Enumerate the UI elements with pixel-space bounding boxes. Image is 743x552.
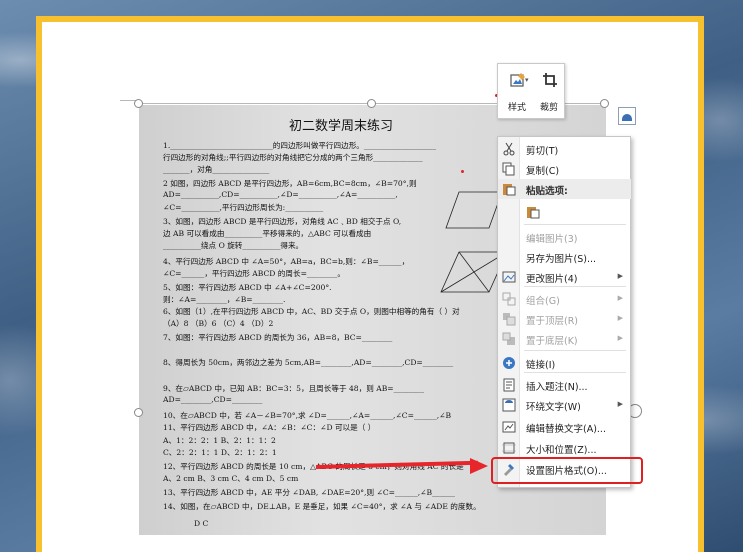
layout-options-icon xyxy=(622,114,632,121)
menu-item-label: 插入题注(N)... xyxy=(526,382,588,393)
style-button[interactable]: ▾ 样式 xyxy=(502,68,532,116)
menu-item-label: 置于底层(K) xyxy=(526,336,578,347)
bring-front-icon xyxy=(502,312,516,326)
resize-handle-top-left[interactable] xyxy=(134,99,143,108)
submenu-arrow-icon: ▶ xyxy=(617,400,623,408)
parallelogram-figure xyxy=(445,191,503,229)
menu-item-label: 剪切(T) xyxy=(526,146,559,157)
menu-separator xyxy=(524,286,626,287)
annotation-highlight-box xyxy=(491,457,643,484)
submenu-arrow-icon: ▶ xyxy=(617,272,623,280)
caption-icon xyxy=(502,378,516,392)
worksheet-line: ∠C=______，平行四边形 ABCD 的周长=________。 xyxy=(163,269,345,278)
crop-icon xyxy=(543,73,557,87)
menu-separator xyxy=(524,350,626,351)
worksheet-line: D C xyxy=(194,519,209,528)
submenu-arrow-icon: ▶ xyxy=(617,314,623,322)
menu-item-label: 组合(G) xyxy=(526,296,560,307)
layout-options-button[interactable] xyxy=(618,107,636,125)
worksheet-line: 6、如图（1）,在平行四边形 ABCD 中，AC、BD 交于点 O，则图中相等的… xyxy=(163,307,460,316)
menu-item-label: 更改图片(4) xyxy=(526,274,578,285)
menu-item-item-5[interactable]: 另存为图片(S)... xyxy=(498,247,631,267)
worksheet-line: ∠C=__________,平行四边形周长为:__________ xyxy=(163,203,324,212)
worksheet-line: AD=__________,CD=__________,∠D=_________… xyxy=(163,190,398,199)
resize-handle-middle-left[interactable] xyxy=(134,408,143,417)
worksheet-line: 则：∠A=________，∠B=________. xyxy=(163,295,286,304)
change-picture-icon xyxy=(502,270,516,284)
submenu-arrow-icon: ▶ xyxy=(617,294,623,302)
worksheet-line: A、1：2：2：1 B、2：1：1：2 xyxy=(163,436,276,445)
red-mark xyxy=(461,170,464,173)
worksheet-line: 7、如图：平行四边形 ABCD 的周长为 36，AB=8，BC=________ xyxy=(163,333,393,342)
worksheet-line: 5、如图：平行四边形 ABCD 中 ∠A+∠C=200°. xyxy=(163,283,332,292)
menu-item-size-position[interactable]: 大小和位置(Z)... xyxy=(498,438,631,458)
worksheet-line: 8、得周长为 50cm，两邻边之差为 5cm,AB=________,AD=__… xyxy=(163,358,454,367)
menu-item-change-picture[interactable]: 更改图片(4) ▶ xyxy=(498,267,631,287)
menu-item-label: 大小和位置(Z)... xyxy=(526,445,597,456)
picture-style-icon xyxy=(510,73,525,87)
menu-item-link[interactable]: 链接(I) xyxy=(498,353,631,373)
worksheet-line: A、2 cm B、3 cm C、4 cm D、5 cm xyxy=(163,474,299,483)
menu-item-label: 置于顶层(R) xyxy=(526,316,579,327)
menu-item-scissors[interactable]: 剪切(T) xyxy=(498,139,631,159)
copy-icon xyxy=(502,162,516,176)
worksheet-line: C、2：2：1：1 D、2：1：2：1 xyxy=(163,448,277,457)
worksheet-line: （A）8 （B）6 （C）4 （D）2 xyxy=(163,319,274,328)
worksheet-line: _______，对角_______________ xyxy=(163,165,270,174)
scissors-icon xyxy=(502,142,516,156)
worksheet-line: 9、在▱ABCD 中，已知 AB：BC=3：5，且周长等于 48，则 AB=__… xyxy=(163,384,425,393)
menu-item-paste[interactable]: 粘贴选项: xyxy=(498,179,631,199)
worksheet-line: 边 AB 可以看成由__________平移得来的，△ABC 可以看成由 xyxy=(163,229,372,238)
worksheet-line: 3、如图，四边形 ABCD 是平行四边形，对角线 AC﹑BD 相交于点 O, xyxy=(163,217,402,226)
menu-item-label: 编辑图片(3) xyxy=(526,234,578,245)
group-icon xyxy=(502,292,516,306)
annotation-arrow-head xyxy=(470,458,488,474)
menu-separator xyxy=(524,372,626,373)
submenu-arrow-icon: ▶ xyxy=(617,334,623,342)
menu-item-label: 复制(C) xyxy=(526,166,560,177)
worksheet-line: 11、平行四边形 ABCD 中，∠A：∠B：∠C：∠D 可以是（ ） xyxy=(163,423,376,432)
resize-handle-top-right[interactable] xyxy=(600,99,609,108)
menu-item-label: 环绕文字(W) xyxy=(526,402,581,413)
menu-item-paste-keep[interactable] xyxy=(498,201,631,225)
menu-item-caption[interactable]: 插入题注(N)... xyxy=(498,375,631,395)
crop-label: 裁剪 xyxy=(539,103,558,113)
worksheet-line: AD=________,CD=________ xyxy=(163,395,263,404)
menu-item-alt-text[interactable]: 编辑替换文字(A)... xyxy=(498,417,631,437)
menu-separator xyxy=(524,224,626,225)
crop-button[interactable]: 裁剪 xyxy=(534,68,564,116)
worksheet-line: 行四边形的对角线;;平行四边形的对角线把它分成的两个三角形___________… xyxy=(163,153,423,162)
menu-item-wrap-text[interactable]: 环绕文字(W) ▶ xyxy=(498,395,631,415)
menu-item-send-back: 置于底层(K) ▶ xyxy=(498,329,631,349)
size-position-icon xyxy=(502,441,516,455)
menu-item-label: 粘贴选项: xyxy=(526,186,568,197)
menu-item-item-4: 编辑图片(3) xyxy=(498,227,631,247)
menu-item-label: 另存为图片(S)... xyxy=(526,254,597,265)
worksheet-title: 初二数学周末练习 xyxy=(289,119,394,134)
worksheet-line: 1.___________________________的四边形叫做平行四边形… xyxy=(163,141,437,150)
context-menu: 剪切(T) 复制(C) 粘贴选项: 编辑图片(3) 另存为图片(S)... 更改图片(4)… xyxy=(497,136,631,488)
wrap-text-icon xyxy=(502,398,516,412)
worksheet-line: 13、平行四边形 ABCD 中，AE 平分 ∠DAB, ∠DAE=20°,则 ∠… xyxy=(163,488,455,497)
worksheet-line: __________绕点 O 旋转__________得来。 xyxy=(163,241,304,250)
resize-handle-top-center[interactable] xyxy=(367,99,376,108)
alt-text-icon xyxy=(502,420,516,434)
menu-item-label: 链接(I) xyxy=(526,360,556,371)
menu-item-group: 组合(G) ▶ xyxy=(498,289,631,309)
menu-item-bring-front: 置于顶层(R) ▶ xyxy=(498,309,631,329)
menu-item-copy[interactable]: 复制(C) xyxy=(498,159,631,179)
worksheet-line: 14、如图，在▱ABCD 中，DE⊥AB，E 是垂足，如果 ∠C=40°，求 ∠… xyxy=(163,502,481,511)
worksheet-line: 10、在▱ABCD 中，若 ∠A－∠B=70°,求 ∠D=______,∠A=_… xyxy=(163,411,452,420)
paste-keep-icon xyxy=(526,205,540,219)
link-icon xyxy=(502,356,516,370)
menu-item-label: 编辑替换文字(A)... xyxy=(526,424,606,435)
send-back-icon xyxy=(502,332,516,346)
chevron-down-icon: ▾ xyxy=(525,76,529,84)
style-label: 样式 xyxy=(507,103,526,113)
paste-icon xyxy=(502,182,516,196)
mini-toolbar: ▾ 样式 裁剪 xyxy=(497,63,565,119)
worksheet-line: 2 如图，四边形 ABCD 是平行四边形，AB=6cm,BC=8cm，∠B=70… xyxy=(163,179,417,188)
worksheet-line: 4、平行四边形 ABCD 中 ∠A=50°，AB=a，BC=b,则：∠B=___… xyxy=(163,257,410,266)
